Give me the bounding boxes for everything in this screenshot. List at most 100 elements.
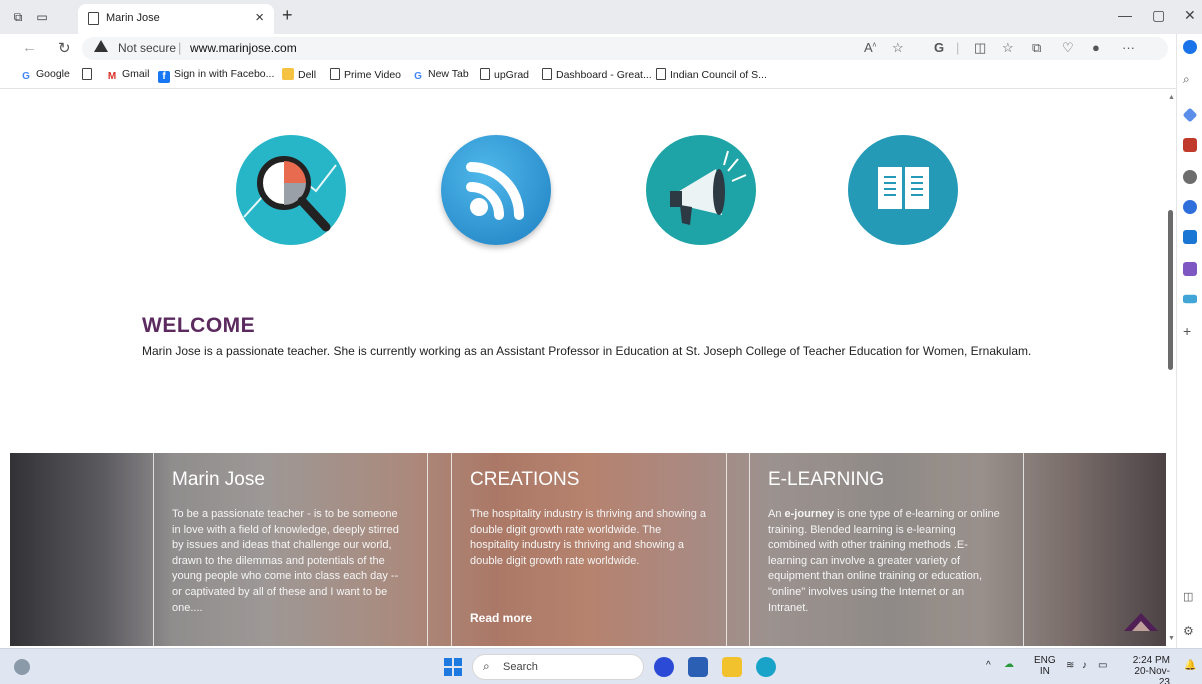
workspaces-icon[interactable]: ⧉ [10, 9, 26, 25]
clock[interactable]: 2:24 PM 20-Nov-23 [1128, 655, 1170, 684]
minimize-button[interactable]: — [1118, 7, 1132, 23]
e-journey-term: e-journey [784, 508, 835, 520]
scroll-up-arrow-icon[interactable]: ▲ [1168, 94, 1175, 101]
refresh-icon[interactable]: ↻ [58, 39, 71, 57]
designer-icon[interactable] [1183, 262, 1197, 276]
settings-gear-icon[interactable]: ⚙ [1183, 624, 1197, 638]
analytics-magnifier-icon[interactable] [236, 135, 346, 245]
more-menu-icon[interactable]: ··· [1122, 40, 1135, 55]
bookmark-indian-council[interactable]: Indian Council of S... [656, 68, 767, 81]
column-title: CREATIONS [470, 469, 580, 490]
page-icon [542, 68, 552, 80]
url-text[interactable]: www.marinjose.com [190, 41, 297, 55]
windows-taskbar: ⌕ Search ^ ☁ ENG IN ≋ ♪ ▭ 2:24 PM 20-Nov… [0, 648, 1202, 684]
language-code: ENG [1034, 655, 1056, 666]
region-code: IN [1039, 666, 1050, 677]
browser-essentials-icon[interactable]: ♡ [1062, 40, 1074, 56]
megaphone-icon[interactable] [646, 135, 756, 245]
page-scrollbar[interactable]: ▲ ▼ [1166, 90, 1176, 646]
close-tab-icon[interactable]: × [255, 9, 264, 26]
bookmark-google[interactable]: G Google [20, 68, 70, 83]
search-icon: ⌕ [483, 659, 490, 673]
outlook-icon[interactable] [1183, 230, 1197, 244]
bookmark-prime-video[interactable]: Prime Video [330, 68, 401, 81]
taskbar-search[interactable]: ⌕ Search [472, 654, 644, 680]
split-screen-icon[interactable]: ◫ [974, 40, 986, 56]
sidebar-toggle-icon[interactable]: ◫ [1183, 590, 1197, 604]
security-label[interactable]: Not secure [118, 41, 176, 55]
search-icon[interactable]: ⌕ [1183, 72, 1197, 86]
bookmark-dashboard[interactable]: Dashboard - Great... [542, 68, 652, 81]
new-tab-button[interactable]: + [282, 5, 293, 26]
games-icon[interactable] [1183, 200, 1197, 214]
favorite-star-icon[interactable]: ☆ [892, 40, 904, 56]
volume-icon[interactable]: ♪ [1082, 660, 1087, 671]
column-text: To be a passionate teacher - is to be so… [172, 508, 399, 614]
address-bar-row: ← ↻ Not secure | www.marinjose.com Aʌ ☆ … [0, 34, 1176, 62]
read-more-link[interactable]: Read more [470, 611, 532, 625]
widgets-icon[interactable] [14, 659, 30, 675]
bookmark-label: Indian Council of S... [670, 69, 767, 81]
scrollbar-thumb[interactable] [1168, 210, 1173, 370]
bookmark-label: Dell [298, 69, 317, 81]
copilot-sidebar-icon[interactable] [1183, 40, 1197, 54]
column-creations: CREATIONS The hospitality industry is th… [451, 453, 727, 646]
bookmark-gmail[interactable]: M Gmail [106, 68, 150, 83]
bookmark-facebook[interactable]: f Sign in with Facebo... [158, 68, 274, 83]
language-indicator[interactable]: ENG IN [1034, 655, 1056, 677]
bookmark-label: Gmail [122, 68, 150, 80]
tab-marin-jose[interactable]: Marin Jose × [78, 4, 274, 34]
rss-feed-icon[interactable] [441, 135, 551, 245]
google-icon: G [22, 71, 30, 82]
tab-actions-icon[interactable]: ▭ [34, 9, 50, 25]
column-text: The hospitality industry is thriving and… [470, 508, 707, 567]
meet-app-icon[interactable] [654, 657, 674, 677]
bookmark-dell[interactable]: Dell [282, 68, 316, 81]
drop-icon[interactable] [1183, 294, 1197, 304]
bookmark-label: Prime Video [344, 69, 402, 81]
open-book-icon[interactable] [848, 135, 958, 245]
collections-icon[interactable]: ⧉ [1032, 40, 1041, 56]
favorites-icon[interactable]: ☆ [1002, 40, 1014, 56]
web-page: WELCOME Marin Jose is a passionate teach… [0, 90, 1166, 646]
file-explorer-icon[interactable] [722, 657, 742, 677]
page-icon [82, 68, 92, 80]
copilot-icon[interactable]: G [934, 40, 944, 55]
column-marin-jose: Marin Jose To be a passionate teacher - … [153, 453, 428, 646]
notification-bell-icon[interactable]: 🔔 [1184, 660, 1196, 671]
bookmark-label: Sign in with Facebo... [174, 68, 275, 80]
show-hidden-icons-icon[interactable]: ^ [986, 660, 991, 671]
windows-start-icon[interactable] [444, 658, 462, 676]
page-icon [330, 68, 340, 80]
column-text-part: An [768, 508, 785, 520]
column-text-part: is one type of e-learning or online trai… [768, 508, 1000, 614]
edge-sidebar: ⌕ + ◫ ⚙ [1176, 34, 1202, 656]
scroll-down-arrow-icon[interactable]: ▼ [1168, 635, 1175, 642]
people-icon[interactable] [1183, 170, 1197, 184]
page-icon [656, 68, 666, 80]
read-aloud-icon[interactable]: Aʌ [864, 40, 876, 55]
search-label: Search [503, 661, 538, 673]
page-icon [88, 12, 99, 25]
bookmark-page[interactable] [82, 68, 96, 81]
address-bar[interactable]: Not secure | www.marinjose.com Aʌ ☆ G | … [82, 37, 1168, 60]
close-window-button[interactable]: ✕ [1184, 7, 1196, 24]
back-icon[interactable]: ← [22, 39, 37, 56]
wifi-icon[interactable]: ≋ [1066, 660, 1074, 671]
word-app-icon[interactable] [688, 657, 708, 677]
facebook-icon: f [158, 71, 170, 83]
welcome-heading: WELCOME [142, 314, 256, 337]
profile-icon[interactable]: ● [1092, 40, 1100, 55]
battery-icon[interactable]: ▭ [1098, 660, 1107, 671]
add-icon[interactable]: + [1183, 324, 1197, 338]
bookmark-upgrad[interactable]: upGrad [480, 68, 529, 81]
shopping-tag-icon[interactable] [1182, 107, 1198, 123]
tools-icon[interactable] [1183, 138, 1197, 152]
restore-button[interactable]: ▢ [1152, 7, 1165, 24]
bookmark-new-tab[interactable]: G New Tab [412, 68, 469, 83]
clock-time: 2:24 PM [1132, 655, 1170, 666]
edge-app-icon[interactable] [756, 657, 776, 677]
onedrive-icon[interactable]: ☁ [1004, 659, 1014, 670]
back-to-top-icon[interactable] [1124, 613, 1158, 631]
warning-icon[interactable] [94, 40, 108, 52]
